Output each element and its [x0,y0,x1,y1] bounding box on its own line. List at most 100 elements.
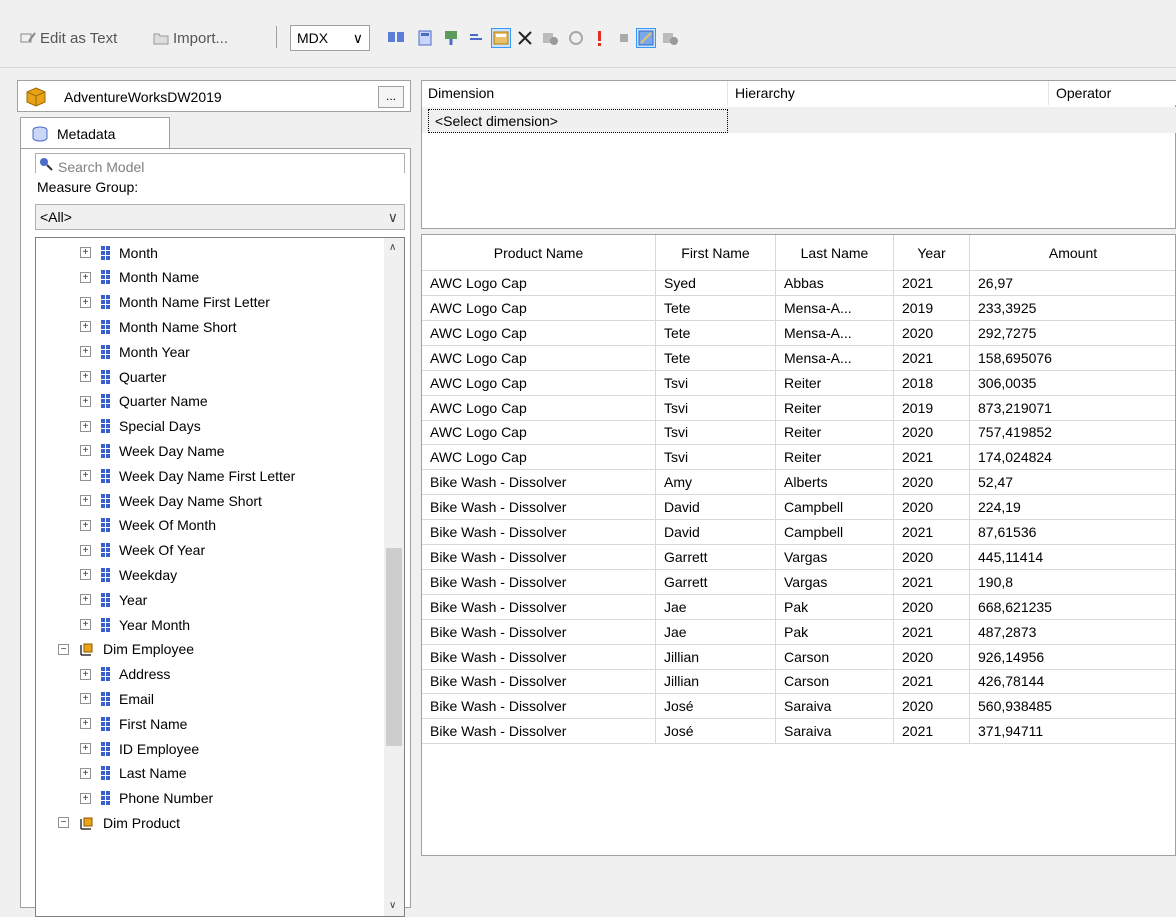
cell-product-name[interactable]: AWC Logo Cap [422,295,656,321]
auto-execute-icon[interactable] [540,28,560,48]
expand-icon[interactable]: + [80,569,91,581]
cell-first-name[interactable]: José [656,694,776,720]
tree-item-special-days[interactable]: + Special Days [80,414,201,439]
scroll-up-icon[interactable]: ∧ [389,242,396,253]
cell-first-name[interactable]: David [656,495,776,521]
cell-last-name[interactable]: Mensa-A... [776,345,894,371]
expand-icon[interactable]: + [80,346,91,358]
refresh-icon[interactable] [566,28,586,48]
expand-icon[interactable]: + [80,420,91,432]
cell-amount[interactable]: 445,11414 [970,545,1175,570]
cell-first-name[interactable]: José [656,719,776,745]
column-header-first-name[interactable]: First Name [656,235,776,271]
cell-first-name[interactable]: Syed [656,271,776,296]
cell-first-name[interactable]: David [656,520,776,545]
table-row[interactable]: Bike Wash - Dissolver José Saraiva 2021 371,… [422,719,1175,750]
tab-metadata[interactable]: Metadata [20,117,170,149]
cell-amount[interactable]: 292,7275 [970,321,1175,346]
cell-amount[interactable]: 190,8 [970,570,1175,595]
cell-product-name[interactable]: AWC Logo Cap [422,370,656,396]
tree-item-weekday[interactable]: + Weekday [80,562,177,587]
measure-group-select[interactable]: <All> ∨ [35,204,405,230]
cell-year[interactable]: 2020 [894,470,970,496]
cell-first-name[interactable]: Garrett [656,569,776,595]
expand-icon[interactable]: + [80,743,91,754]
cell-first-name[interactable]: Jae [656,619,776,645]
expand-icon[interactable]: + [80,247,91,258]
cell-last-name[interactable]: Abbas [776,271,894,296]
expand-icon[interactable]: + [80,519,91,531]
tree-item-week-day-name[interactable]: + Week Day Name [80,438,225,463]
tree-item-quarter-name[interactable]: + Quarter Name [80,389,208,414]
tree-item-address[interactable]: + Address [80,662,170,687]
expand-icon[interactable]: + [80,470,91,482]
cell-amount[interactable]: 224,19 [970,495,1175,521]
expand-icon[interactable]: + [80,371,91,382]
cell-last-name[interactable]: Saraiva [776,694,894,720]
cell-year[interactable]: 2021 [894,445,970,471]
cell-product-name[interactable]: AWC Logo Cap [422,395,656,421]
tree-item-quarter[interactable]: + Quarter [80,364,166,389]
cell-first-name[interactable]: Tete [656,295,776,321]
tree-item-week-of-month[interactable]: + Week Of Month [80,513,216,538]
cell-year[interactable]: 2021 [894,619,970,645]
cell-last-name[interactable]: Carson [776,669,894,695]
cell-product-name[interactable]: Bike Wash - Dissolver [422,644,656,670]
cell-amount[interactable]: 426,78144 [970,669,1175,695]
cell-year[interactable]: 2019 [894,395,970,421]
expand-icon[interactable]: + [80,321,91,333]
cell-first-name[interactable]: Jillian [656,669,776,695]
expand-icon[interactable]: + [80,767,91,779]
tree-item-last-name[interactable]: + Last Name [80,761,187,786]
tree-item-month-name-first-letter[interactable]: + Month Name First Letter [80,290,270,315]
connection-icon[interactable] [386,28,406,48]
cell-last-name[interactable]: Campbell [776,520,894,545]
cell-year[interactable]: 2021 [894,719,970,745]
cell-product-name[interactable]: Bike Wash - Dissolver [422,569,656,595]
cell-last-name[interactable]: Carson [776,644,894,670]
expand-icon[interactable]: + [80,693,91,705]
cell-last-name[interactable]: Mensa-A... [776,295,894,321]
collapse-icon[interactable]: − [58,643,69,655]
cell-last-name[interactable]: Alberts [776,470,894,496]
cell-year[interactable]: 2021 [894,669,970,695]
tree-item-first-name[interactable]: + First Name [80,711,187,736]
expand-icon[interactable]: + [80,445,91,457]
cell-last-name[interactable]: Reiter [776,445,894,471]
cell-year[interactable]: 2020 [894,594,970,620]
tree-item-id-employee[interactable]: + ID Employee [80,736,199,761]
tree-item-week-day-name-first-letter[interactable]: + Week Day Name First Letter [80,463,295,488]
cell-amount[interactable]: 560,938485 [970,694,1175,720]
design-mode-icon[interactable] [636,28,656,48]
cell-product-name[interactable]: AWC Logo Cap [422,271,656,296]
cell-first-name[interactable]: Tsvi [656,370,776,396]
expand-icon[interactable]: + [80,395,91,407]
cell-product-name[interactable]: Bike Wash - Dissolver [422,594,656,620]
scroll-down-icon[interactable]: ∨ [389,900,396,911]
tree-scrollbar[interactable]: ∧ ∨ [384,238,404,916]
cell-year[interactable]: 2018 [894,370,970,396]
import-button[interactable]: Import... [153,26,228,50]
cell-product-name[interactable]: Bike Wash - Dissolver [422,495,656,521]
cell-last-name[interactable]: Reiter [776,370,894,396]
cell-amount[interactable]: 233,3925 [970,296,1175,321]
cell-year[interactable]: 2021 [894,345,970,371]
cell-first-name[interactable]: Jillian [656,644,776,670]
show-empty-cells-icon[interactable] [491,28,511,48]
expand-icon[interactable]: + [80,668,91,680]
cell-product-name[interactable]: Bike Wash - Dissolver [422,694,656,720]
search-model-input[interactable]: Search Model [35,153,405,173]
cell-year[interactable]: 2019 [894,295,970,321]
show-hidden-cells-icon[interactable] [467,28,487,48]
cell-year[interactable]: 2020 [894,495,970,521]
cell-last-name[interactable]: Vargas [776,544,894,570]
cell-year[interactable]: 2020 [894,694,970,720]
cell-amount[interactable]: 174,024824 [970,445,1175,471]
cell-year[interactable]: 2020 [894,644,970,670]
tree-item-year[interactable]: + Year [80,587,147,612]
cell-first-name[interactable]: Tsvi [656,445,776,471]
cell-year[interactable]: 2020 [894,320,970,346]
expand-icon[interactable]: + [80,495,91,506]
cell-product-name[interactable]: AWC Logo Cap [422,345,656,371]
cell-last-name[interactable]: Pak [776,594,894,620]
